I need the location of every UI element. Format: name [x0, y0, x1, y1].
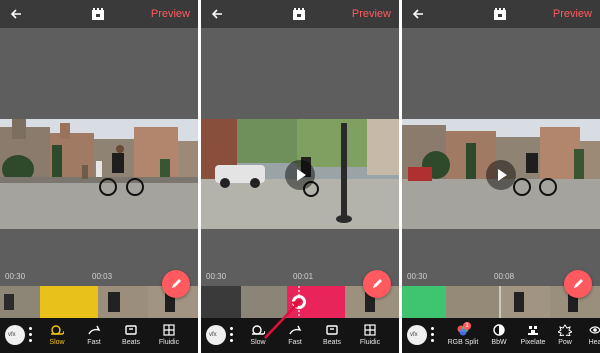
- tool-rgb-split-label: RGB Split: [447, 339, 479, 346]
- back-arrow-icon[interactable]: [410, 6, 426, 22]
- fluidic-icon: [364, 324, 376, 336]
- tool-fluidic[interactable]: Fluidic: [355, 324, 385, 352]
- pow-icon: [558, 324, 572, 336]
- back-arrow-icon[interactable]: [209, 6, 225, 22]
- timeline-current-time: 00:08: [494, 272, 515, 281]
- tool-bbw-label: BbW: [491, 339, 507, 346]
- video-preview[interactable]: [0, 119, 198, 229]
- preview-button[interactable]: Preview: [151, 7, 190, 21]
- snail-icon: [51, 325, 64, 335]
- tool-fluidic[interactable]: Fluidic: [154, 324, 184, 352]
- tool-rgb-split[interactable]: 1 RGB Split: [446, 322, 480, 352]
- timeline-start-time: 00:30: [407, 272, 428, 281]
- app-logo-icon: [292, 7, 306, 21]
- play-button[interactable]: [284, 159, 316, 191]
- edit-fab-button[interactable]: [363, 270, 391, 298]
- preview-button[interactable]: Preview: [352, 7, 391, 21]
- video-preview[interactable]: [201, 119, 399, 229]
- timeline-current-time: 00:01: [293, 272, 314, 281]
- pixelate-icon: [528, 326, 538, 335]
- editor-panel-3: Preview 00:30 00:08 vfx 1 RGB Split BbW …: [402, 0, 600, 353]
- tool-fast-label: Fast: [87, 339, 101, 346]
- app-logo-icon: [91, 7, 105, 21]
- tool-beats[interactable]: Beats: [116, 324, 146, 352]
- kebab-menu-icon[interactable]: [230, 327, 234, 343]
- kebab-menu-icon[interactable]: [431, 327, 435, 343]
- vfx-toggle-label: vfx: [209, 332, 217, 338]
- tool-fluidic-label: Fluidic: [158, 339, 180, 346]
- timeline-current-time: 00:03: [92, 272, 113, 281]
- vfx-toggle[interactable]: vfx: [206, 325, 226, 345]
- tool-beats[interactable]: Beats: [317, 324, 347, 352]
- top-bar: Preview: [201, 0, 399, 28]
- beats-icon: [326, 325, 338, 335]
- tool-slow[interactable]: Slow: [42, 324, 72, 352]
- pencil-icon: [574, 279, 583, 288]
- kebab-menu-icon[interactable]: [29, 327, 33, 343]
- screenshot-panels: Preview 00:30 00:03 vfx Slow Fast Beats …: [0, 0, 600, 353]
- vfx-toggle[interactable]: vfx: [5, 325, 25, 345]
- edit-fab-button[interactable]: [162, 270, 190, 298]
- tool-bar: vfx Slow Fast Beats Fluidic: [0, 318, 198, 353]
- editor-panel-2: Preview 00:30 00:01 vfx Slow Fast Beats …: [201, 0, 399, 353]
- play-icon: [285, 160, 315, 190]
- heat-icon: [589, 326, 600, 334]
- preview-button[interactable]: Preview: [553, 7, 592, 21]
- tool-fast[interactable]: Fast: [79, 324, 109, 352]
- tool-pixelate-label: Pixelate: [520, 339, 546, 346]
- rgb-split-badge: 1: [463, 322, 471, 330]
- tool-bar: vfx 1 RGB Split BbW Pixelate Pow Hea: [402, 318, 600, 353]
- bbw-icon: [493, 324, 505, 336]
- timeline-start-time: 00:30: [206, 272, 227, 281]
- annotation-arrow-icon: [264, 299, 302, 339]
- tool-bbw[interactable]: BbW: [484, 324, 514, 352]
- vfx-toggle-label: vfx: [410, 332, 418, 338]
- top-bar: Preview: [0, 0, 198, 28]
- play-button[interactable]: [485, 159, 517, 191]
- rabbit-icon: [88, 325, 101, 335]
- tool-beats-label: Beats: [122, 339, 140, 346]
- vfx-toggle-label: vfx: [8, 332, 16, 338]
- tool-slow-label: Slow: [49, 339, 65, 346]
- tool-beats-label: Beats: [323, 339, 341, 346]
- tool-fluidic-label: Fluidic: [359, 339, 381, 346]
- top-bar: Preview: [402, 0, 600, 28]
- edit-fab-button[interactable]: [564, 270, 592, 298]
- tool-pow[interactable]: Pow: [550, 324, 580, 352]
- tool-pixelate[interactable]: Pixelate: [518, 324, 548, 352]
- vfx-toggle[interactable]: vfx: [407, 325, 427, 345]
- app-logo-icon: [493, 7, 507, 21]
- tool-hea-label: Hea: [588, 339, 600, 346]
- editor-panel-1: Preview 00:30 00:03 vfx Slow Fast Beats …: [0, 0, 198, 353]
- tool-hea[interactable]: Hea: [580, 324, 600, 352]
- video-preview[interactable]: [402, 119, 600, 229]
- play-icon: [486, 160, 516, 190]
- beats-icon: [125, 325, 137, 335]
- tool-pow-label: Pow: [558, 339, 572, 346]
- pencil-icon: [373, 279, 382, 288]
- fluidic-icon: [163, 324, 175, 336]
- back-arrow-icon[interactable]: [8, 6, 24, 22]
- timeline-start-time: 00:30: [5, 272, 26, 281]
- pencil-icon: [172, 279, 181, 288]
